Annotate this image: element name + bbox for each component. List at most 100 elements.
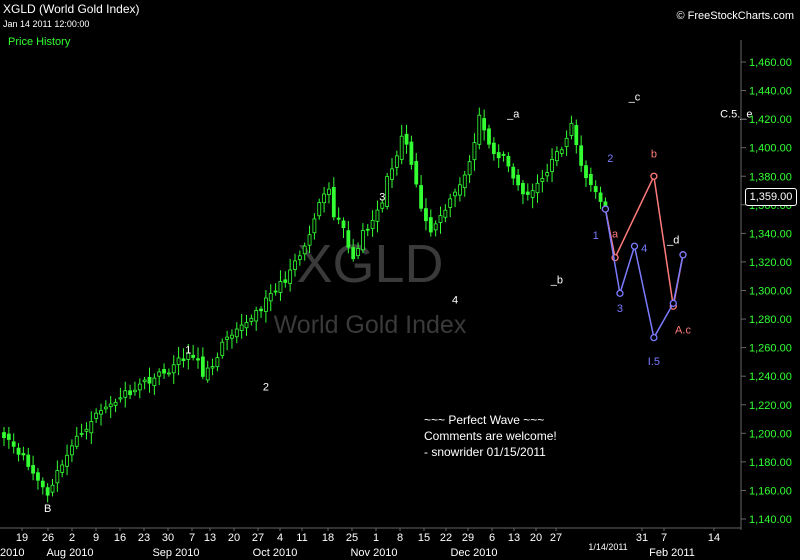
- candle-body: [74, 435, 79, 447]
- candle-body: [317, 202, 322, 217]
- candle-body: [399, 135, 404, 160]
- candle-body: [45, 487, 50, 496]
- candle-body: [545, 172, 550, 177]
- blue-wave-point: [679, 251, 687, 259]
- candle-body: [564, 137, 569, 148]
- candle-body: [128, 390, 133, 396]
- x-tick-label: 27: [550, 532, 562, 544]
- price-chart[interactable]: XGLD World Gold Index abA.c1234I.5B1234_…: [0, 0, 800, 560]
- pink-wave-point: [650, 172, 658, 180]
- candle-body: [176, 357, 181, 365]
- x-tick-label: 23: [138, 532, 150, 544]
- y-tick-label: 1,400.00: [749, 143, 792, 155]
- candle-body: [103, 406, 108, 410]
- candle-body: [254, 310, 259, 322]
- candle-body: [555, 151, 559, 162]
- y-tick-label: 1,420.00: [749, 114, 792, 126]
- waves-group: a b A.c 1 2 3 4 I.5 B 1 2 3 4 _a _b _c _d C.5._e: [44, 92, 753, 515]
- candle-body: [394, 155, 399, 168]
- candle-body: [26, 454, 31, 467]
- candle-body: [210, 366, 215, 369]
- last-price-badge: 1,359.00: [745, 188, 797, 206]
- x-tick-label: 30: [162, 532, 174, 544]
- wave-label: C.5._e: [720, 109, 752, 121]
- candle-body: [142, 379, 147, 383]
- candle-body: [409, 141, 414, 165]
- candle-body: [525, 191, 530, 195]
- candle-body: [516, 174, 520, 186]
- y-tick-label: 1,200.00: [749, 428, 792, 440]
- y-axis-ticks: 1,460.00 1,440.00 1,420.00 1,400.00 1,380.00…: [741, 57, 792, 526]
- x-tick-label: 4: [277, 532, 283, 544]
- x-tick-label: 16: [114, 532, 126, 544]
- candle-body: [191, 354, 196, 358]
- candle-body: [433, 223, 438, 231]
- blue-wave-label: 2: [607, 153, 613, 165]
- candle-body: [390, 168, 394, 180]
- y-tick-label: 1,180.00: [749, 457, 792, 469]
- x-tick-label: 9: [93, 532, 99, 544]
- blue-wave-point: [601, 205, 610, 213]
- x-month-label: Nov 2010: [350, 547, 397, 559]
- x-tick-label: 1: [373, 532, 379, 544]
- candle-body: [356, 248, 360, 257]
- candle-body: [84, 428, 89, 432]
- candle-body: [331, 187, 336, 218]
- candle-body: [16, 447, 21, 455]
- candle-body: [351, 247, 356, 260]
- y-tick-label: 1,280.00: [749, 314, 792, 326]
- candle-body: [157, 371, 162, 377]
- candle-body: [579, 145, 584, 166]
- wave-label: _a: [506, 109, 520, 121]
- x-tick-label: 27: [252, 532, 264, 544]
- candle-body: [496, 152, 501, 159]
- x-tick-label: 22: [440, 532, 452, 544]
- candle-body: [453, 191, 457, 197]
- comment-line: ~~~ Perfect Wave ~~~: [424, 413, 545, 427]
- x-tick-label: 19: [16, 532, 28, 544]
- candle-body: [108, 403, 113, 408]
- candle-body: [414, 161, 419, 185]
- candle-body: [55, 470, 60, 484]
- wave-label: _c: [628, 92, 641, 104]
- candle-body: [530, 190, 535, 198]
- brand-label[interactable]: © FreeStockCharts.com: [676, 10, 794, 22]
- x-tick-label: 26: [42, 532, 54, 544]
- candle-body: [380, 202, 385, 209]
- candle-body: [230, 334, 234, 339]
- candle-body: [259, 308, 263, 312]
- x-tick-label: 15: [418, 532, 430, 544]
- candle-body: [162, 369, 166, 374]
- candle-body: [65, 454, 69, 467]
- candle-body: [215, 357, 220, 368]
- candle-body: [375, 209, 380, 222]
- wave-label: _b: [550, 274, 563, 286]
- candle-body: [535, 182, 540, 194]
- y-tick-label: 1,220.00: [749, 400, 792, 412]
- wave-label: _d: [666, 234, 679, 246]
- wave-label: 1: [185, 344, 191, 356]
- x-tick-label: 8: [397, 532, 403, 544]
- candle-body: [370, 219, 375, 229]
- candle-body: [94, 412, 99, 420]
- candle-body: [166, 372, 171, 375]
- candle-body: [293, 260, 297, 270]
- x-tick-label: 18: [322, 532, 334, 544]
- candle-body: [419, 185, 424, 209]
- candle-body: [6, 433, 11, 440]
- y-tick-label: 1,260.00: [749, 343, 792, 355]
- candle-body: [482, 118, 487, 131]
- x-tick-label: 13: [204, 532, 216, 544]
- candle-body: [404, 133, 409, 145]
- candle-body: [540, 178, 545, 182]
- x-axis-ticks: 19 26 2 9 16 23 30 7 13 20 27 4 11 18 25 1 8 15 22 29 6 13 20 2…: [0, 528, 720, 559]
- candle-body: [457, 184, 462, 196]
- pink-wave-label: b: [651, 149, 657, 161]
- x-month-label: Oct 2010: [253, 547, 298, 559]
- wave-label: B: [44, 503, 51, 515]
- candle-body: [385, 176, 390, 207]
- y-tick-label: 1,340.00: [749, 228, 792, 240]
- x-tick-label: 7: [189, 532, 195, 544]
- x-tick-label: 25: [346, 532, 358, 544]
- price-history-label[interactable]: Price History: [8, 36, 70, 48]
